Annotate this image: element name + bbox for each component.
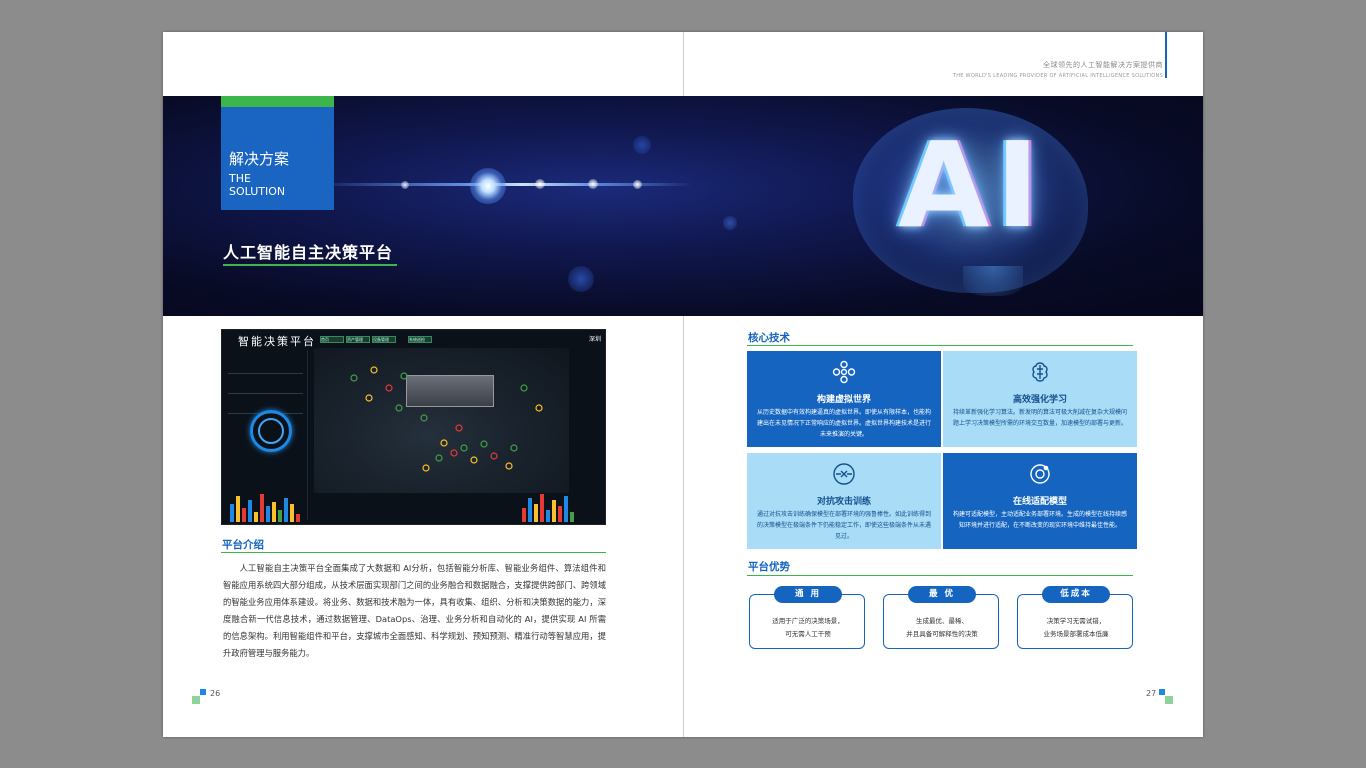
advantage-text: 生成最优、最稀、 并且具备可解释性的决策 [888,615,996,641]
advantage-card: 低成本 决策学习无需试错， 业务场景部署成本低廉 [1017,586,1133,649]
tech-card: 高效强化学习 持续革新强化学习算法。新发明的算法可极大削减在复杂大规模问题上学习… [943,351,1137,447]
tech-card-title: 高效强化学习 [1012,395,1067,405]
advantage-label: 通 用 [774,586,842,603]
refresh-cycle-icon [1030,464,1050,484]
tech-card-title: 构建虚拟世界 [816,395,871,405]
light-dot [401,181,409,189]
advantage-line: 并且具备可解释性的决策 [906,630,978,638]
bokeh [633,136,651,154]
header-accent-bar [1165,32,1167,78]
solution-label-cn: 解决方案 [229,150,290,168]
page-marker-square [1165,696,1173,704]
advantage-card: 通 用 适用于广泛的决策场景， 可无需人工干预 [749,586,865,649]
page-number-right: 27 [1146,689,1157,698]
tech-card-desc: 从历史数据中有效构建逼真的虚拟世界。即使从有限样本，也能构建出在未见情况下正常响… [757,409,932,438]
dashboard-map-points [350,366,543,472]
dashboard-gauge-inner [258,418,284,444]
bokeh [723,216,737,230]
dashboard-nav-item: 首页 [320,336,344,343]
dashboard-bar-chart [230,492,300,522]
dashboard-city: 深圳 [588,336,601,343]
header-tagline: 全球领先的人工智能解决方案提供商 THE WORLD'S LEADING PRO… [953,60,1163,79]
advantage-label: 最 优 [908,586,976,603]
platform-intro-underline [221,552,606,553]
tech-card: 构建虚拟世界 从历史数据中有效构建逼真的虚拟世界。即使从有限样本，也能构建出在未… [747,351,941,447]
bokeh [568,266,594,292]
advantage-card: 最 优 生成最优、最稀、 并且具备可解释性的决策 [883,586,999,649]
core-tech-title: 核心技术 [748,332,790,344]
advantage-line: 决策学习无需试错， [1046,617,1106,625]
light-dot [535,179,545,189]
tagline-cn: 全球领先的人工智能解决方案提供商 [1043,61,1163,69]
advantage-text: 决策学习无需试错， 业务场景部署成本低廉 [1022,615,1130,641]
banner-title: 人工智能自主决策平台 [223,243,394,262]
platform-intro-text: 人工智能自主决策平台全面集成了大数据和 AI分析，包括智能分析库、智能业务组件、… [223,563,606,658]
hero-banner: AI 解决方案 THE SOLUTION 人工智能自主决策平台 [163,96,1203,316]
dashboard-sparkline [228,358,303,374]
light-dot [588,179,598,189]
light-dot [633,180,642,189]
network-icon [832,360,856,384]
ai-logo-text: AI [898,116,1046,254]
solution-label-box: 解决方案 THE SOLUTION [221,96,334,210]
dashboard-sparkline [228,378,303,394]
tagline-en: THE WORLD'S LEADING PROVIDER OF ARTIFICI… [952,73,1163,79]
page-marker-square [200,689,206,695]
advantages-underline [747,575,1133,576]
tech-card-desc: 构建可适配模型，主动适配业务部署环境。生成的模型在线持续感知环境并进行适配，在不… [953,511,1128,529]
core-tech-underline [747,345,1133,346]
page-number-left: 26 [210,689,221,698]
tech-card: 对抗攻击训练 通过对抗攻击训练确保模型在部署环境的强鲁棒性。如此训练得到的决策模… [747,453,941,549]
advantage-line: 可无需人工干预 [785,630,831,638]
page-marker-square [192,696,200,704]
advantage-line: 生成最优、最稀、 [916,617,968,625]
brain-icon [1032,362,1048,382]
tech-card-title: 对抗攻击训练 [816,497,871,507]
page-marker-square [1159,689,1165,695]
solution-label-en-1: THE [229,172,251,185]
advantage-text: 适用于广泛的决策场景， 可无需人工干预 [754,615,862,641]
dashboard-nav-item: 资产管理 [346,336,370,343]
shield-arrows-icon [833,463,855,485]
advantages-title: 平台优势 [748,561,790,573]
tech-card-desc: 持续革新强化学习算法。新发明的算法可极大削减在复杂大规模问题上学习决策模型所需的… [953,409,1128,427]
brochure-spread: 全球领先的人工智能解决方案提供商 THE WORLD'S LEADING PRO… [163,32,1203,737]
dashboard-screenshot: 智能决策平台 首页 资产管理 设备管理 系统巡检 深圳 [221,329,606,525]
lens-flare [470,168,506,204]
advantage-line: 适用于广泛的决策场景， [772,617,844,625]
tech-card: 在线适配模型 构建可适配模型，主动适配业务部署环境。生成的模型在线持续感知环境并… [943,453,1137,549]
brain-stem-graphic [963,266,1023,296]
solution-label-en-2: SOLUTION [229,185,286,198]
advantage-line: 业务场景部署成本低廉 [1043,630,1109,638]
tech-card-title: 在线适配模型 [1012,497,1067,507]
banner-title-underline [223,264,397,266]
dashboard-bar-chart [522,492,574,522]
solution-box-accent [221,96,334,107]
tech-card-desc: 通过对抗攻击训练确保模型在部署环境的强鲁棒性。如此训练得到的决策模型在极端条件下… [757,511,932,540]
platform-intro-title: 平台介绍 [222,539,264,551]
dashboard-nav-item: 设备管理 [372,336,396,343]
dashboard-title: 智能决策平台 [238,335,316,348]
advantage-label: 低成本 [1042,586,1110,603]
dashboard-nav-item: 系统巡检 [408,336,432,343]
